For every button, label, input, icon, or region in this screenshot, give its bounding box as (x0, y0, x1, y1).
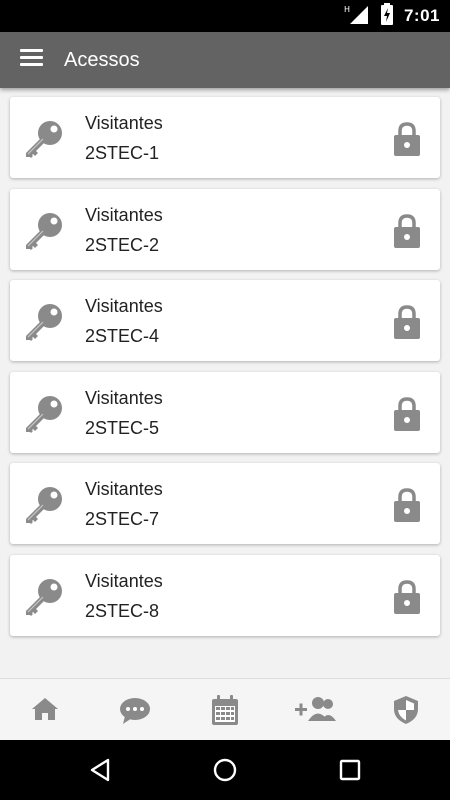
access-card[interactable]: Visitantes 2STEC-8 (10, 554, 440, 636)
key-icon (22, 483, 66, 527)
access-group-label: Visitantes (85, 387, 163, 408)
calendar-icon[interactable] (207, 693, 243, 727)
key-icon (22, 209, 66, 253)
svg-text:H: H (344, 5, 350, 14)
recents-icon[interactable] (337, 757, 363, 783)
access-code-label: 2STEC-2 (85, 234, 160, 255)
chat-icon[interactable] (117, 693, 153, 727)
add-people-icon[interactable] (294, 693, 338, 727)
access-card[interactable]: Visitantes 2STEC-2 (10, 188, 440, 270)
access-card[interactable]: Visitantes 2STEC-4 (10, 280, 440, 361)
access-code-label: 2STEC-7 (85, 509, 160, 529)
key-icon (22, 117, 66, 161)
status-time: 7:01 (403, 6, 440, 25)
bottom-navigation (0, 678, 450, 741)
access-code-label: 2STEC-8 (85, 600, 160, 621)
system-navigation-bar (0, 740, 450, 800)
lock-icon[interactable] (392, 487, 422, 523)
access-code-label: 2STEC-1 (85, 143, 160, 163)
key-icon (22, 575, 66, 619)
back-icon[interactable] (88, 757, 114, 783)
access-card[interactable]: Visitantes 2STEC-1 (10, 97, 440, 178)
lock-icon[interactable] (392, 121, 422, 157)
menu-icon[interactable] (20, 49, 43, 67)
access-group-label: Visitantes (85, 113, 163, 133)
lock-icon[interactable] (392, 579, 422, 615)
status-bar: H 7:01 (0, 0, 450, 32)
lock-icon[interactable] (392, 396, 422, 432)
access-code-label: 2STEC-5 (85, 417, 160, 438)
lock-icon[interactable] (392, 213, 422, 249)
key-icon (22, 300, 66, 344)
home-icon[interactable] (27, 693, 63, 727)
shield-icon[interactable] (388, 693, 424, 727)
access-group-label: Visitantes (85, 204, 163, 225)
access-group-label: Visitantes (85, 479, 163, 499)
access-code-label: 2STEC-4 (85, 326, 160, 346)
access-group-label: Visitantes (85, 296, 163, 316)
signal-icon: H (344, 4, 370, 29)
app-bar: Acessos (0, 32, 450, 88)
access-group-label: Visitantes (85, 570, 163, 591)
lock-icon[interactable] (392, 304, 422, 340)
page-title: Acessos (64, 49, 140, 71)
access-card[interactable]: Visitantes 2STEC-7 (10, 463, 440, 544)
access-card[interactable]: Visitantes 2STEC-5 (10, 371, 440, 453)
battery-charging-icon (380, 2, 394, 30)
key-icon (22, 392, 66, 436)
home-circle-icon[interactable] (212, 757, 238, 783)
